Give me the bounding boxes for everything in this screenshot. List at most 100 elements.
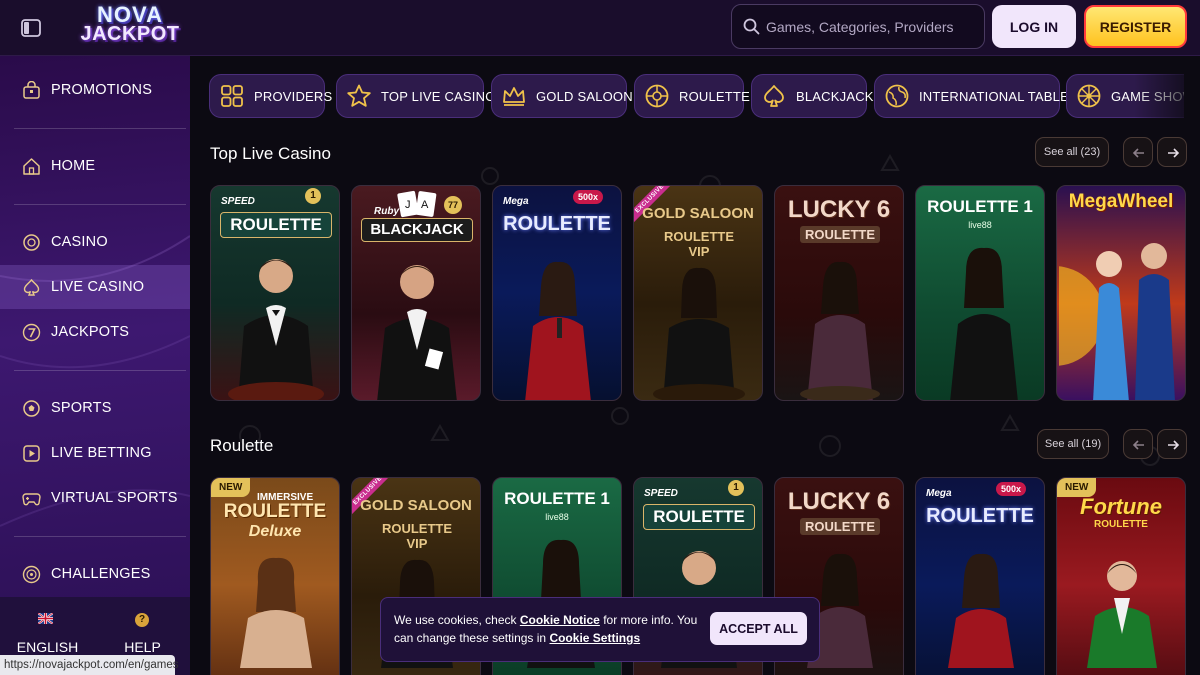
uk-flag-icon [38,613,53,624]
dealer-image [377,265,457,400]
chip-label: TOP LIVE CASINO [381,89,496,104]
sidebar-item-challenges[interactable]: CHALLENGES [0,552,190,596]
game-title: LUCKY 6 [787,488,891,515]
sidebar-item-jackpots[interactable]: JACKPOTS [0,310,190,354]
accept-all-button[interactable]: ACCEPT ALL [710,612,807,645]
game-card-roulette-1[interactable]: ROULETTE 1 live88 [915,185,1045,401]
chip-international-tables[interactable]: INTERNATIONAL TABLES [874,74,1078,118]
chip-top-live-casino[interactable]: TOP LIVE CASINO [336,74,495,118]
dealer-image [950,247,1018,400]
game-title: LUCKY 6 [787,196,891,223]
playing-cards-image: JA [397,190,437,218]
game-card-ruby-blackjack[interactable]: Ruby JA BLACKJACK 77 [351,185,481,401]
chip-label: PROVIDERS [254,89,333,104]
game-badge: 1 [728,480,744,496]
svg-text:A: A [421,199,429,211]
game-title: ROULETTE [223,501,327,522]
game-subtitle: ROULETTE [800,518,880,535]
arrow-right-icon [1168,440,1180,450]
scroll-left-button[interactable] [1123,137,1153,167]
game-subtitle: ROULETTE VIP [381,521,453,551]
casino-chip-icon [22,233,41,252]
game-title: ROULETTE [643,504,755,530]
game-title: GOLD SALOON [642,205,754,222]
game-subtitle: ROULETTE VIP [663,229,735,259]
game-title: MegaWheel [1068,191,1174,212]
globe-icon [884,83,910,109]
sidebar-item-home[interactable]: HOME [0,144,190,188]
register-button[interactable]: REGISTER [1084,5,1187,48]
chip-label: BLACKJACK [796,89,874,104]
section-title: Top Live Casino [210,144,331,163]
scroll-right-button[interactable] [1157,137,1187,167]
language-label: ENGLISH [16,639,79,655]
sidebar-item-label: SPORTS [51,400,112,416]
cookie-settings-link[interactable]: Cookie Settings [549,631,640,645]
chip-gold-saloon[interactable]: GOLD SALOON [491,74,633,118]
crown-icon [501,83,527,109]
chip-roulette[interactable]: ROULETTE [634,74,750,118]
game-card-lucky-6-roulette[interactable]: LUCKY 6 ROULETTE [774,185,904,401]
sidebar-item-label: HOME [51,158,96,174]
scroll-left-button[interactable] [1123,429,1153,459]
medal-icon [22,565,41,584]
game-card-mega-wheel[interactable]: MegaWheel [1056,185,1186,401]
star-icon [346,83,372,109]
sidebar-item-live-casino[interactable]: LIVE CASINO [0,265,190,309]
dealer-image [653,267,745,400]
login-button[interactable]: LOG IN [992,5,1076,48]
dealer-image [525,261,591,400]
sidebar-item-promotions[interactable]: PROMOTIONS [0,68,190,112]
dealer-image [240,557,312,668]
dealer-image [228,259,324,400]
sidebar-item-label: CHALLENGES [51,566,151,582]
game-card-fortune-roulette[interactable]: NEW Fortune ROULETTE [1056,477,1186,675]
chip-providers[interactable]: PROVIDERS [209,74,332,118]
see-all-button[interactable]: See all (23) [1035,137,1109,167]
search-box[interactable] [731,4,985,49]
section-title: Roulette [210,436,274,455]
game-pre-label: Ruby [374,206,399,217]
sidebar-item-sports[interactable]: SPORTS [0,386,190,430]
game-badge: 500x [996,482,1027,496]
roulette-icon [644,83,670,109]
game-title: ROULETTE 1 [927,197,1033,216]
game-title: Fortune [1080,494,1162,519]
game-provider: live88 [968,220,992,230]
arrow-right-icon [1168,148,1180,158]
sidebar-item-casino[interactable]: CASINO [0,220,190,264]
game-badge: 1 [305,188,321,204]
arrow-left-icon [1132,440,1144,450]
game-card-immersive-roulette-deluxe[interactable]: NEW IMMERSIVE ROULETTE Deluxe [210,477,340,675]
game-card-speed-roulette[interactable]: SPEED ROULETTE 1 [210,185,340,401]
game-card-mega-roulette[interactable]: Mega ROULETTE 500x [915,477,1045,675]
main-content: PROVIDERS TOP LIVE CASINO GOLD SALOON RO… [190,56,1200,675]
site-logo[interactable]: NOVA JACKPOT [72,4,188,50]
spade-icon [22,278,41,297]
game-pre-label: Mega [926,488,952,499]
see-all-button[interactable]: See all (19) [1037,429,1109,459]
cookie-notice-link[interactable]: Cookie Notice [520,613,600,627]
scroll-right-button[interactable] [1157,429,1187,459]
top-bar: NOVA JACKPOT LOG IN REGISTER [0,0,1200,56]
game-pre-label: SPEED [644,488,678,499]
sidebar-toggle-icon[interactable] [20,17,42,39]
game-badge: 500x [573,190,604,204]
game-title: BLACKJACK [361,218,473,242]
sidebar: PROMOTIONS HOME CASINO LIVE CASINO JACKP… [0,56,190,675]
game-card-gold-saloon[interactable]: EXCLUSIVE GOLD SALOON ROULETTE VIP [633,185,763,401]
sidebar-divider [14,204,186,205]
chip-blackjack[interactable]: BLACKJACK [751,74,873,118]
sidebar-item-virtual-sports[interactable]: VIRTUAL SPORTS [0,476,190,520]
sidebar-item-live-betting[interactable]: LIVE BETTING [0,431,190,475]
game-pre-label: Mega [503,196,529,207]
game-title: GOLD SALOON [360,497,472,514]
game-title: ROULETTE [503,213,611,235]
game-card-mega-roulette[interactable]: Mega ROULETTE 500x [492,185,622,401]
host-image [1087,561,1157,668]
search-input[interactable] [766,5,976,48]
sidebar-item-label: PROMOTIONS [51,82,153,98]
chip-label: ROULETTE [679,89,750,104]
logo-line-2: JACKPOT [80,23,180,45]
home-icon [22,157,41,176]
